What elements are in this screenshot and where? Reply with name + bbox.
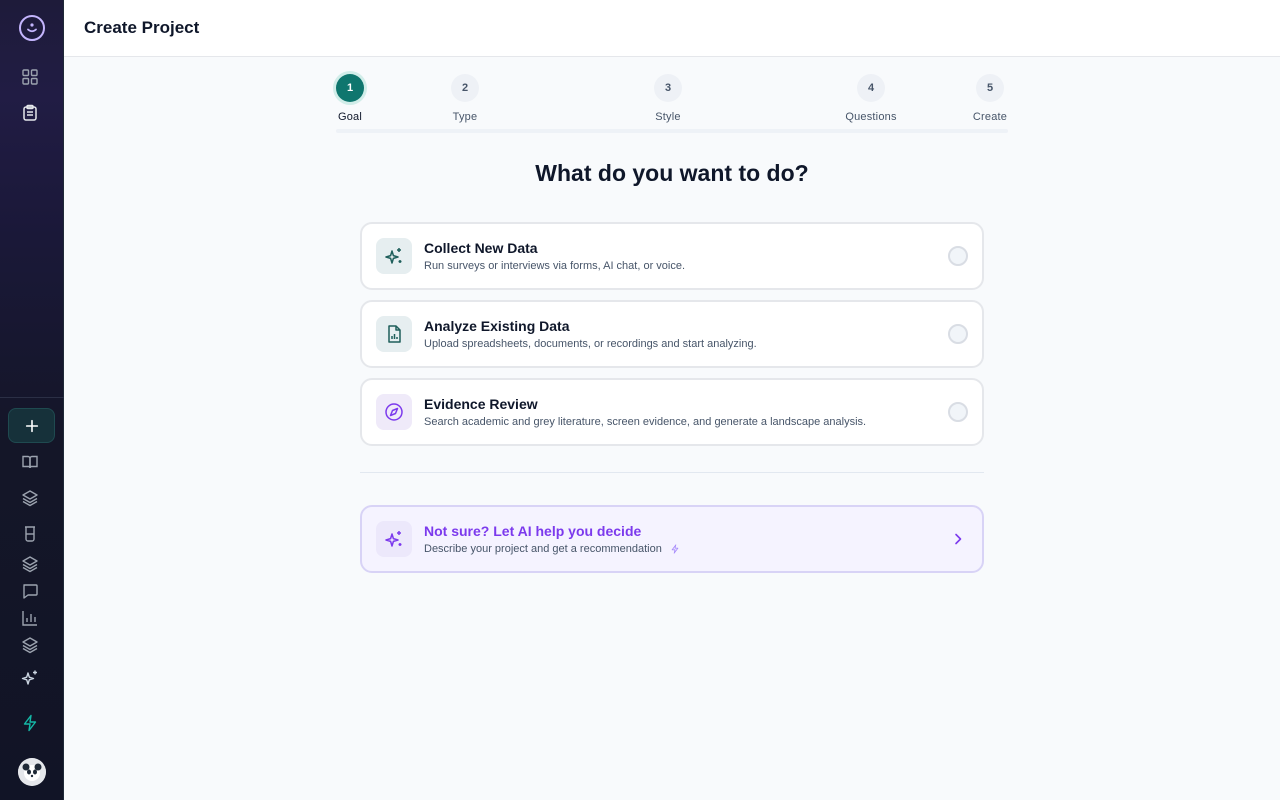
bolt-icon [671, 544, 679, 554]
clipboard-icon[interactable] [18, 101, 42, 125]
step-label: Create [972, 111, 1008, 123]
step-number: 4 [857, 74, 885, 102]
new-project-button[interactable] [8, 408, 55, 443]
layers-icon[interactable] [18, 633, 42, 657]
bolt-icon[interactable] [18, 711, 42, 735]
step-label: Questions [845, 111, 897, 123]
sparkles-icon[interactable] [18, 666, 42, 690]
stepper-track [336, 129, 1008, 133]
option-radio[interactable] [948, 246, 968, 266]
step-create[interactable]: 5 Create [950, 74, 1030, 123]
file-chart-icon [376, 316, 412, 352]
ai-help-title: Not sure? Let AI help you decide [424, 523, 642, 539]
option-description: Search academic and grey literature, scr… [424, 416, 867, 428]
chat-icon[interactable] [18, 579, 42, 603]
ai-help-description: Describe your project and get a recommen… [424, 543, 662, 555]
page-title: Create Project [84, 18, 200, 37]
step-style[interactable]: 3 Style [628, 74, 708, 123]
step-questions[interactable]: 4 Questions [831, 74, 911, 123]
stack-icon[interactable] [18, 552, 42, 576]
layers-icon[interactable] [18, 486, 42, 510]
step-label: Type [452, 111, 478, 123]
sidebar [0, 0, 64, 800]
question-title: What do you want to do? [535, 160, 809, 186]
option-collect-new-data[interactable]: Collect New Data Run surveys or intervie… [360, 222, 984, 290]
step-number: 1 [336, 74, 364, 102]
plus-icon [25, 419, 38, 432]
divider [360, 472, 984, 473]
chevron-right-icon [955, 533, 962, 545]
page-header: Create Project [64, 0, 1280, 57]
beaker-icon[interactable] [18, 522, 42, 546]
option-radio[interactable] [948, 402, 968, 422]
sidebar-divider [0, 397, 64, 398]
ai-help-description-row: Describe your project and get a recommen… [424, 543, 680, 555]
option-evidence-review[interactable]: Evidence Review Search academic and grey… [360, 378, 984, 446]
option-description: Upload spreadsheets, documents, or recor… [424, 338, 757, 350]
ai-help-button[interactable]: Not sure? Let AI help you decide Describ… [360, 505, 984, 573]
option-title: Evidence Review [424, 396, 538, 412]
dashboard-icon[interactable] [18, 65, 42, 89]
avatar[interactable] [18, 758, 46, 786]
option-description: Run surveys or interviews via forms, AI … [424, 260, 686, 272]
step-goal[interactable]: 1 Goal [310, 74, 390, 123]
step-number: 3 [654, 74, 682, 102]
option-radio[interactable] [948, 324, 968, 344]
step-label: Goal [337, 111, 363, 123]
step-number: 5 [976, 74, 1004, 102]
logo-icon[interactable] [18, 14, 46, 42]
book-icon[interactable] [18, 450, 42, 474]
step-type[interactable]: 2 Type [425, 74, 505, 123]
option-analyze-existing-data[interactable]: Analyze Existing Data Upload spreadsheet… [360, 300, 984, 368]
step-label: Style [655, 111, 681, 123]
option-title: Analyze Existing Data [424, 318, 570, 334]
sparkles-icon [376, 521, 412, 557]
compass-icon [376, 394, 412, 430]
step-number: 2 [451, 74, 479, 102]
sparkles-icon [376, 238, 412, 274]
bar-chart-icon[interactable] [18, 606, 42, 630]
stepper: 1 Goal 2 Type 3 Style 4 Questions 5 Crea… [336, 72, 1008, 134]
option-title: Collect New Data [424, 240, 538, 256]
